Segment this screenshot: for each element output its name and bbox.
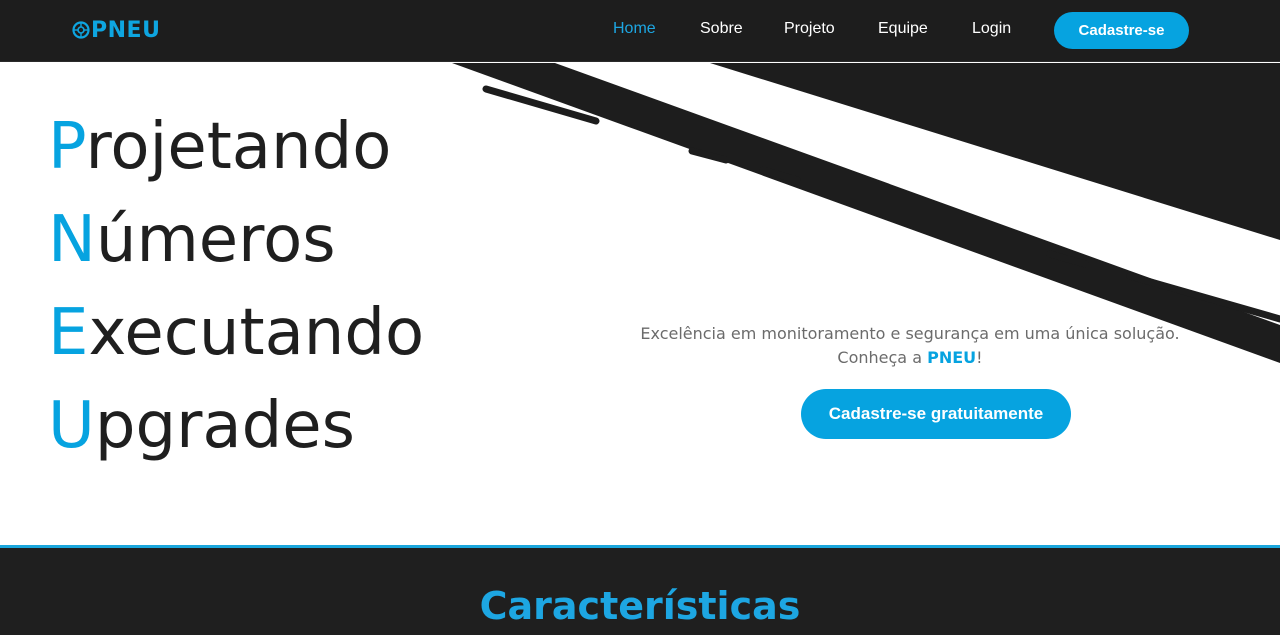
acrostic-line-numeros: Números — [48, 194, 424, 287]
tagline-prefix: Conheça a — [837, 348, 928, 367]
signup-free-button[interactable]: Cadastre-se gratuitamente — [801, 389, 1071, 439]
signup-button[interactable]: Cadastre-se — [1054, 12, 1189, 49]
nav-link-equipe[interactable]: Equipe — [878, 20, 928, 38]
hero-tagline: Excelência em monitoramento e segurança … — [600, 322, 1220, 370]
nav-link-home[interactable]: Home — [613, 20, 656, 38]
brand-logo[interactable]: PNEU — [72, 16, 160, 44]
nav-link-projeto[interactable]: Projeto — [784, 20, 835, 38]
acrostic-line-projetando: Projetando — [48, 101, 424, 194]
acrostic-rest: úmeros — [95, 203, 336, 277]
acrostic-initial: E — [48, 296, 89, 370]
logo-text: PNEU — [91, 17, 161, 43]
tire-icon — [72, 21, 90, 39]
tagline-line-1: Excelência em monitoramento e segurança … — [640, 324, 1180, 343]
features-section: Características — [0, 545, 1280, 635]
acrostic-line-upgrades: Upgrades — [48, 380, 424, 473]
tagline-brand: PNEU — [927, 348, 977, 367]
nav-link-sobre[interactable]: Sobre — [700, 20, 743, 38]
nav-link-login[interactable]: Login — [972, 20, 1011, 38]
tagline-suffix: ! — [976, 348, 983, 367]
acrostic-rest: rojetando — [85, 110, 392, 184]
hero-acrostic: Projetando Números Executando Upgrades — [48, 101, 424, 473]
acrostic-line-executando: Executando — [48, 287, 424, 380]
top-navbar: PNEU Home Sobre Projeto Equipe Login Cad… — [0, 0, 1280, 62]
acrostic-initial: P — [48, 110, 86, 184]
features-title: Características — [479, 584, 801, 628]
acrostic-rest: xecutando — [88, 296, 425, 370]
hero-section: Projetando Números Executando Upgrades E… — [0, 63, 1280, 545]
acrostic-initial: U — [48, 389, 95, 463]
acrostic-initial: N — [48, 203, 96, 277]
acrostic-rest: pgrades — [94, 389, 355, 463]
